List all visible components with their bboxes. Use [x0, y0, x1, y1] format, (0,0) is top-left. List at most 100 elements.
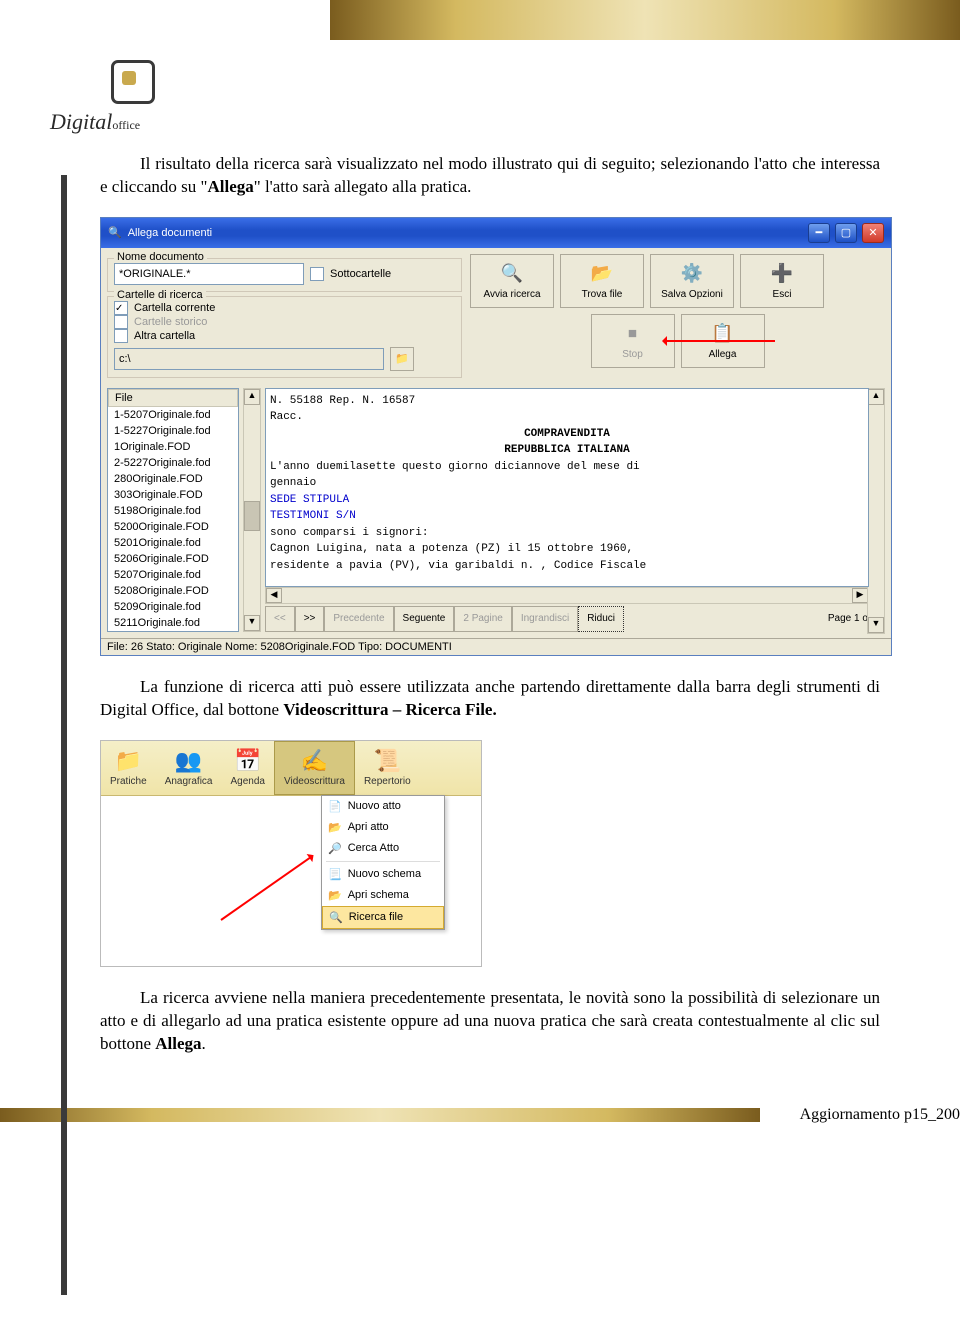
- menu-apri-atto[interactable]: 📂Apri atto: [322, 817, 444, 838]
- footer: Aggiornamento p15_200: [0, 1106, 960, 1124]
- videoscrittura-dropdown: 📄Nuovo atto 📂Apri atto 🔎Cerca Atto 📃Nuov…: [321, 795, 445, 930]
- gear-icon: ⚙️: [680, 262, 704, 286]
- scroll-right-icon[interactable]: ▶: [852, 588, 868, 603]
- nav-first-button: <<: [265, 606, 295, 632]
- file-list-header: File: [108, 389, 238, 407]
- sottocartelle-label: Sottocartelle: [330, 268, 391, 280]
- screenshot-toolbar-menu: 📁Pratiche 👥Anagrafica 📅Agenda ✍️Videoscr…: [100, 740, 482, 967]
- file-list-item[interactable]: 303Originale.FOD: [108, 487, 238, 503]
- esci-button[interactable]: ➕Esci: [740, 254, 824, 308]
- preview-scrollbar-h[interactable]: ◀ ▶: [265, 587, 869, 604]
- menu-nuovo-schema[interactable]: 📃Nuovo schema: [322, 864, 444, 885]
- browse-folder-button[interactable]: 📁: [390, 347, 414, 371]
- scroll-down-icon[interactable]: ▼: [244, 615, 260, 631]
- altra-cartella-label: Altra cartella: [134, 330, 195, 342]
- footer-decorative-band: [0, 1108, 760, 1122]
- file-list-scrollbar[interactable]: ▲ ▼: [243, 388, 261, 632]
- sottocartelle-checkbox[interactable]: [310, 267, 324, 281]
- search-icon: 🔍: [500, 262, 524, 286]
- avvia-ricerca-button[interactable]: 🔍Avvia ricerca: [470, 254, 554, 308]
- group-cartelle-ricerca: Cartelle di ricerca Cartella corrente Ca…: [107, 296, 462, 378]
- file-list-item[interactable]: 1Originale.FOD: [108, 439, 238, 455]
- open-schema-icon: 📂: [328, 889, 342, 902]
- screenshot-allega-documenti: 🔍 Allega documenti ━ ▢ ✕ Nome documento: [100, 217, 892, 656]
- tb-pratiche[interactable]: 📁Pratiche: [101, 741, 156, 795]
- cartelle-storico-checkbox: [114, 315, 128, 329]
- doc-icon: 📄: [328, 800, 342, 813]
- file-list-item[interactable]: 5201Originale.fod: [108, 535, 238, 551]
- search-doc-icon: 🔎: [328, 842, 342, 855]
- scroll-left-icon[interactable]: ◀: [266, 588, 282, 603]
- toolbar: 📁Pratiche 👥Anagrafica 📅Agenda ✍️Videoscr…: [101, 741, 481, 796]
- calendar-icon: 📅: [234, 748, 261, 774]
- file-list-item[interactable]: 5209Originale.fod: [108, 599, 238, 615]
- file-list-item[interactable]: 5206Originale.FOD: [108, 551, 238, 567]
- search-file-icon: 🔍: [329, 911, 343, 924]
- file-list-item[interactable]: 5208Originale.FOD: [108, 583, 238, 599]
- exit-icon: ➕: [770, 262, 794, 286]
- nav-next-symbol-button[interactable]: >>: [295, 606, 325, 632]
- tb-repertorio[interactable]: 📜Repertorio: [355, 741, 420, 795]
- file-list-item[interactable]: 5211Originale.fod: [108, 615, 238, 631]
- stop-icon: ⏹: [621, 322, 645, 346]
- annotation-arrow-allega: [665, 340, 775, 342]
- paragraph-3: La ricerca avviene nella maniera precede…: [100, 987, 880, 1056]
- schema-icon: 📃: [328, 868, 342, 881]
- file-list[interactable]: File 1-5207Originale.fod1-5227Originale.…: [107, 388, 239, 632]
- scroll-up-icon[interactable]: ▲: [868, 389, 884, 405]
- window-title: Allega documenti: [128, 227, 212, 239]
- paragraph-2: La funzione di ricerca atti può essere u…: [100, 676, 880, 722]
- group-nome-legend: Nome documento: [114, 251, 207, 263]
- menu-ricerca-file[interactable]: 🔍Ricerca file: [322, 906, 444, 929]
- nav-2pagine-button: 2 Pagine: [454, 606, 511, 632]
- group-nome-documento: Nome documento Sottocartelle: [107, 258, 462, 292]
- nav-precedente-button: Precedente: [324, 606, 393, 632]
- cartella-corrente-label: Cartella corrente: [134, 302, 215, 314]
- trova-file-button[interactable]: 📂Trova file: [560, 254, 644, 308]
- people-icon: 👥: [175, 748, 202, 774]
- nav-riduci-button[interactable]: Riduci: [578, 606, 624, 632]
- file-list-item[interactable]: 280Originale.FOD: [108, 471, 238, 487]
- file-list-item[interactable]: 5207Originale.fod: [108, 567, 238, 583]
- nome-documento-input[interactable]: [114, 263, 304, 285]
- nav-seguente-button[interactable]: Seguente: [394, 606, 455, 632]
- folder-search-icon: 📂: [590, 262, 614, 286]
- cartella-corrente-checkbox[interactable]: [114, 301, 128, 315]
- altra-cartella-checkbox[interactable]: [114, 329, 128, 343]
- file-list-item[interactable]: 2-5227Originale.fod: [108, 455, 238, 471]
- left-vertical-strip: [61, 175, 67, 1295]
- edit-icon: ✍️: [301, 748, 328, 774]
- tb-agenda[interactable]: 📅Agenda: [222, 741, 274, 795]
- scroll-down-icon[interactable]: ▼: [868, 617, 884, 633]
- path-input: [114, 348, 384, 370]
- header-decorative-band: [330, 0, 960, 40]
- logo: Digitaloffice: [50, 60, 215, 135]
- paragraph-1: Il risultato della ricerca sarà visualiz…: [100, 153, 880, 199]
- group-cartelle-legend: Cartelle di ricerca: [114, 289, 206, 301]
- cartelle-storico-label: Cartelle storico: [134, 316, 207, 328]
- scroll-thumb[interactable]: [244, 501, 260, 531]
- status-bar: File: 26 Stato: Originale Nome: 5208Orig…: [101, 638, 891, 655]
- nav-ingrandisci-button: Ingrandisci: [512, 606, 578, 632]
- file-list-item[interactable]: 5200Originale.FOD: [108, 519, 238, 535]
- attach-icon: 📋: [711, 322, 735, 346]
- tb-anagrafica[interactable]: 👥Anagrafica: [156, 741, 222, 795]
- folder-icon: 📁: [115, 748, 142, 774]
- close-button[interactable]: ✕: [862, 223, 884, 243]
- minimize-button[interactable]: ━: [808, 223, 830, 243]
- maximize-button[interactable]: ▢: [835, 223, 857, 243]
- preview-scrollbar-v[interactable]: ▲ ▼: [867, 388, 885, 634]
- menu-cerca-atto[interactable]: 🔎Cerca Atto: [322, 838, 444, 859]
- tb-videoscrittura[interactable]: ✍️Videoscrittura: [274, 741, 355, 795]
- open-icon: 📂: [328, 821, 342, 834]
- logo-icon: [111, 60, 155, 104]
- salva-opzioni-button[interactable]: ⚙️Salva Opzioni: [650, 254, 734, 308]
- document-preview: N. 55188 Rep. N. 16587 Racc. COMPRAVENDI…: [265, 388, 869, 587]
- scroll-up-icon[interactable]: ▲: [244, 389, 260, 405]
- file-list-item[interactable]: 1-5227Originale.fod: [108, 423, 238, 439]
- logo-text: Digitaloffice: [50, 109, 215, 135]
- menu-apri-schema[interactable]: 📂Apri schema: [322, 885, 444, 906]
- file-list-item[interactable]: 5198Originale.fod: [108, 503, 238, 519]
- file-list-item[interactable]: 1-5207Originale.fod: [108, 407, 238, 423]
- menu-nuovo-atto[interactable]: 📄Nuovo atto: [322, 796, 444, 817]
